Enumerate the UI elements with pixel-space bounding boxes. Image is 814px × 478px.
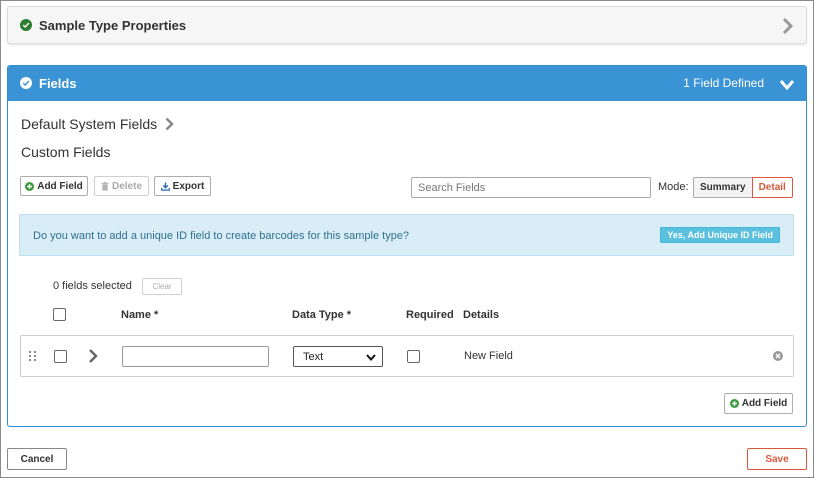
add-field-bottom-button[interactable]: Add Field [724,393,793,414]
clear-selection-button[interactable]: Clear [142,278,182,295]
chevron-right-icon[interactable] [782,17,794,35]
plus-circle-icon [25,181,35,191]
chevron-down-icon [366,354,376,361]
export-label: Export [172,180,205,192]
mode-toggle-group: Summary Detail [693,177,793,198]
row-select-checkbox[interactable] [54,350,67,363]
cancel-button[interactable]: Cancel [7,448,67,470]
default-system-fields-label: Default System Fields [21,116,158,132]
chevron-right-icon[interactable] [88,348,98,364]
field-details: New Field [464,350,513,362]
mode-label: Mode: [658,181,689,193]
check-circle-icon [20,19,32,31]
delete-button[interactable]: Delete [94,176,149,196]
download-icon [160,181,170,191]
default-system-fields-toggle[interactable]: Default System Fields [21,116,174,132]
add-field-label: Add Field [741,398,788,409]
data-type-select[interactable]: Text [293,346,383,367]
fields-selected-count: 0 fields selected [53,280,132,292]
column-header-data-type: Data Type * [292,309,352,321]
delete-label: Delete [111,180,142,192]
remove-field-icon[interactable] [773,351,783,361]
add-unique-id-button[interactable]: Yes, Add Unique ID Field [660,227,780,243]
column-header-details: Details [463,309,500,321]
select-all-checkbox[interactable] [53,308,66,321]
column-header-name: Name * [121,309,159,321]
add-field-button[interactable]: Add Field [20,176,88,196]
chevron-right-icon [165,117,174,131]
panel-title: Sample Type Properties [39,18,187,33]
required-checkbox[interactable] [407,350,420,363]
sample-type-properties-panel[interactable]: Sample Type Properties [7,6,807,44]
plus-circle-icon [729,399,739,408]
column-header-required: Required [406,309,454,321]
trash-icon [101,181,109,191]
drag-handle-icon[interactable] [29,351,37,361]
fields-panel: Fields 1 Field Defined Default System Fi… [7,65,807,427]
unique-id-alert: Do you want to add a unique ID field to … [19,214,794,256]
mode-detail-button[interactable]: Detail [751,177,793,198]
check-circle-icon [20,77,32,89]
custom-fields-label: Custom Fields [21,144,111,160]
export-button[interactable]: Export [154,176,211,196]
fields-defined-count: 1 Field Defined [683,76,764,90]
add-field-label: Add Field [37,180,83,192]
field-row: Text New Field [20,335,794,377]
fields-panel-header[interactable]: Fields 1 Field Defined [8,66,806,101]
field-name-input[interactable] [122,346,269,367]
data-type-value: Text [303,350,324,363]
mode-summary-button[interactable]: Summary [693,177,753,198]
chevron-down-icon[interactable] [779,79,795,91]
alert-message: Do you want to add a unique ID field to … [33,230,410,242]
search-fields-input[interactable] [411,177,651,198]
save-button[interactable]: Save [747,448,807,470]
panel-title: Fields [39,76,77,91]
